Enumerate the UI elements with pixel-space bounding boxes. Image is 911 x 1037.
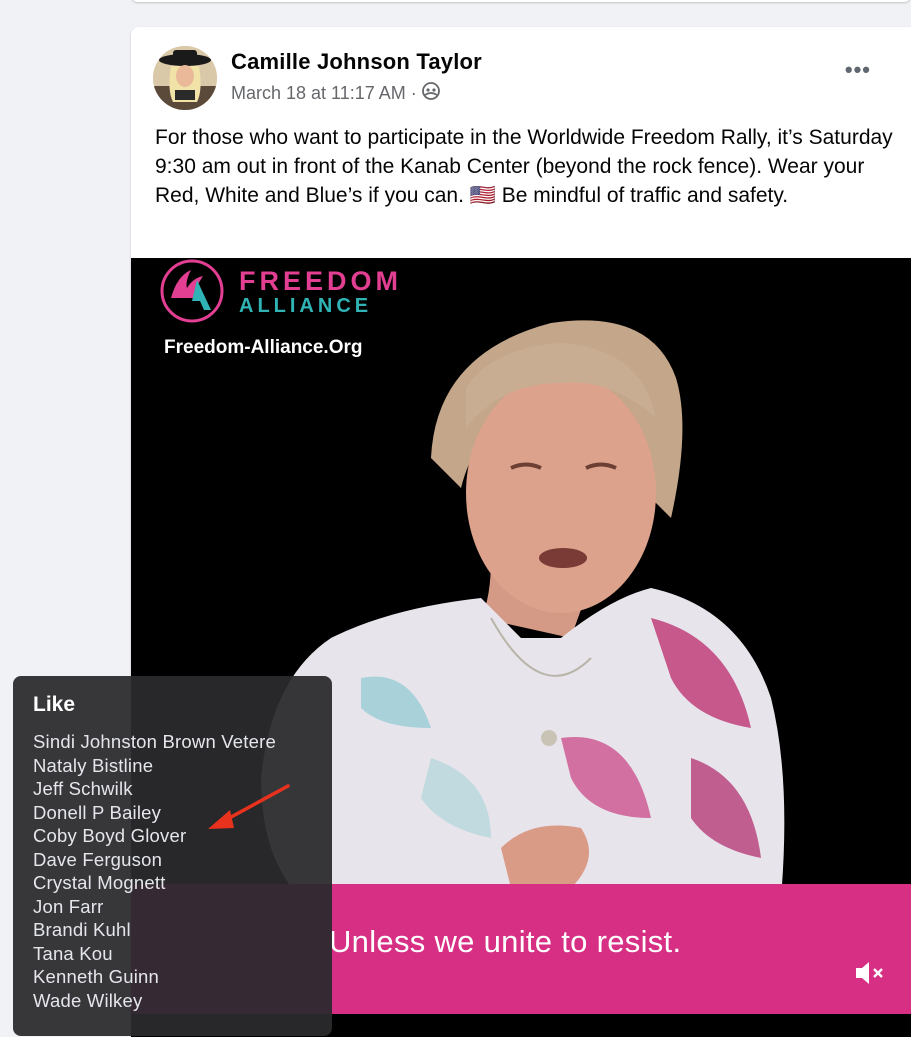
brand-name-line2: ALLIANCE (239, 295, 373, 317)
liker-name: Kenneth Guinn (33, 966, 160, 987)
post-text: For those who want to participate in the… (155, 126, 893, 207)
liker-name: Crystal Mognett (33, 872, 166, 893)
likes-tooltip: Like Sindi Johnston Brown Vetere Nataly … (13, 676, 332, 1036)
previous-post-card (131, 0, 911, 2)
liker-name: Sindi Johnston Brown Vetere (33, 731, 276, 752)
post-meta: March 18 at 11:17 AM · (231, 81, 441, 106)
liker-name: Dave Ferguson (33, 848, 163, 870)
muted-speaker-icon[interactable] (853, 958, 887, 988)
more-options-icon[interactable]: ••• (845, 59, 871, 81)
video-caption: Unless we unite to resist. (329, 924, 682, 959)
friends-icon[interactable] (421, 81, 441, 106)
author-avatar[interactable] (153, 46, 217, 110)
liker-name: Wade Wilkey (33, 989, 143, 1011)
post-timestamp[interactable]: March 18 at 11:17 AM · (231, 83, 417, 104)
liker-name: Nataly Bistline (33, 754, 154, 776)
liker-name: Jon Farr (33, 895, 104, 917)
author-name[interactable]: Camille Johnson Taylor (231, 49, 482, 75)
liker-name: Tana Kou (33, 942, 113, 964)
freedom-alliance-logo-icon (160, 259, 224, 323)
brand-name-line1: FREEDOM (239, 266, 402, 296)
tooltip-title: Like (33, 693, 76, 716)
brand-url: Freedom-Alliance.Org (164, 337, 363, 358)
liker-name: Brandi Kuhl (33, 919, 131, 940)
likers-list: Sindi Johnston Brown Vetere Nataly Bistl… (33, 730, 276, 1012)
annotation-arrow-icon (208, 784, 290, 829)
